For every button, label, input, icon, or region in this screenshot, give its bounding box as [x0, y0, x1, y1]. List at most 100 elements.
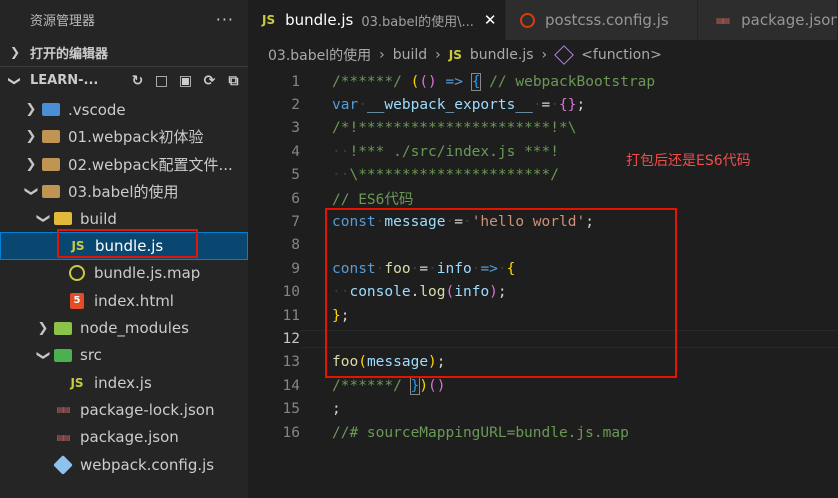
folder-icon [54, 319, 72, 337]
line-number: 12 [282, 330, 300, 347]
code-text: const·message·=·'hello world'; [332, 214, 594, 231]
project-section[interactable]: ❯ LEARN-... ↻ □ ▣ ⟳ ⧉ [0, 66, 248, 94]
code-text: foo(message); [332, 354, 446, 371]
code-line[interactable]: 10 ··console.log(info); [248, 281, 838, 304]
close-icon[interactable]: ✕ [484, 11, 497, 29]
code-line[interactable]: 16 //# sourceMappingURL=bundle.js.map [248, 421, 838, 444]
cube-shape [53, 454, 73, 475]
project-name: LEARN-... [30, 73, 99, 88]
editor-area: JS bundle.js 03.babel的使用\... ✕ postcss.c… [248, 0, 838, 498]
tree-item-index-js[interactable]: JS index.js [0, 369, 248, 396]
chevron-down-icon: ❯ [8, 75, 22, 86]
tree-item-label: bundle.js [95, 237, 164, 256]
breadcrumb-file[interactable]: bundle.js [470, 47, 534, 63]
line-number: 16 [282, 424, 300, 441]
json-file-icon: ▤▤ [56, 432, 70, 442]
code-line[interactable]: 11}; [248, 304, 838, 327]
new-folder-icon[interactable]: ▣ [177, 72, 194, 89]
folder-shape [42, 185, 60, 199]
tree-item-webpack-config-js[interactable]: webpack.config.js [0, 451, 248, 478]
chevron-right-icon: ❯ [9, 45, 21, 59]
breadcrumb-item[interactable]: 03.babel的使用 [268, 45, 371, 65]
code-line[interactable]: 7 const·message·=·'hello world'; [248, 210, 838, 233]
chevron-down-icon: ❯ [23, 186, 39, 197]
open-editors-section[interactable]: ❯ 打开的编辑器 [0, 38, 248, 66]
folder-icon [54, 210, 72, 228]
tree-item-label: 02.webpack配置文件... [68, 155, 233, 174]
code-line[interactable]: 9 const·foo·=·info·=>·{ [248, 257, 838, 280]
tree-item-bundle-js-map[interactable]: bundle.js.map [0, 260, 248, 287]
tree-item-label: package.json [80, 428, 179, 447]
line-number: 1 [291, 73, 300, 90]
tab-description: 03.babel的使用\... [361, 14, 474, 30]
tree-item-build[interactable]: ❯ build [0, 205, 248, 232]
tree-item-label: bundle.js.map [94, 264, 201, 283]
folder-shape [42, 130, 60, 144]
new-file-icon[interactable]: □ [153, 72, 170, 89]
code-text: /******/ })() [332, 376, 446, 395]
code-line[interactable]: 13 foo(message); [248, 351, 838, 374]
chevron-down-icon: ❯ [35, 213, 51, 225]
code-line[interactable]: 2 var·__webpack_exports__·=·{}; [248, 93, 838, 116]
tree-item-package-lock-json[interactable]: ▤▤ package-lock.json [0, 396, 248, 423]
js-file-icon: JS [70, 375, 84, 390]
tree-item-bundle-js[interactable]: JS bundle.js [0, 232, 248, 260]
line-number: 10 [282, 284, 300, 301]
code-text [300, 329, 838, 348]
tree-item-03-babel[interactable]: ❯ 03.babel的使用 [0, 178, 248, 205]
folder-shape [54, 321, 72, 335]
tree-item-label: index.js [94, 373, 152, 392]
tree-item-package-json[interactable]: ▤▤ package.json [0, 424, 248, 451]
code-line[interactable]: 14 /******/ })() [248, 374, 838, 397]
code-line-current[interactable]: 12 [248, 327, 838, 350]
line-number: 2 [291, 97, 300, 114]
explorer-sidebar: 资源管理器 ··· ❯ 打开的编辑器 ❯ LEARN-... ↻ □ ▣ ⟳ ⧉… [0, 0, 248, 498]
globe-shape [69, 265, 85, 282]
line-number: 4 [291, 143, 300, 160]
tab-label: postcss.config.js [545, 11, 669, 29]
tree-item-02-webpack[interactable]: ❯ 02.webpack配置文件... [0, 151, 248, 178]
code-editor[interactable]: 1 /******/ (() => { // webpackBootstrap 2… [248, 70, 838, 444]
tree-item-index-html[interactable]: 5 index.html [0, 287, 248, 314]
code-line[interactable]: 8 [248, 234, 838, 257]
tab-label: bundle.js [285, 11, 354, 29]
line-number: 13 [282, 354, 300, 371]
sourcemap-file-icon [68, 264, 86, 282]
js-file-icon: JS [448, 48, 462, 62]
code-text: //# sourceMappingURL=bundle.js.map [332, 424, 629, 441]
collapse-all-icon[interactable]: ⧉ [225, 72, 242, 89]
code-text: /*!**********************!*\ [332, 120, 577, 137]
chevron-right-icon: ❯ [25, 102, 37, 118]
tab-package-json[interactable]: ▤▤ package.json [698, 0, 838, 40]
breadcrumb-item[interactable]: build [393, 47, 427, 63]
refresh-explorer-icon[interactable]: ⟳ [201, 72, 218, 89]
tab-postcss-config[interactable]: postcss.config.js [506, 0, 698, 40]
code-text: /******/ (() => { // webpackBootstrap [332, 72, 656, 91]
html-file-icon: 5 [70, 292, 84, 309]
tree-item-node-modules[interactable]: ❯ node_modules [0, 314, 248, 341]
function-symbol-icon [554, 45, 575, 65]
tree-item-vscode[interactable]: ❯ .vscode [0, 96, 248, 123]
json-file-icon: ▤▤ [56, 405, 70, 415]
folder-shape [54, 348, 72, 362]
refresh-icon[interactable]: ↻ [129, 72, 146, 89]
code-line[interactable]: 3 /*!**********************!*\ [248, 117, 838, 140]
line-number: 11 [282, 307, 300, 324]
tree-item-label: src [80, 346, 102, 365]
breadcrumb-separator-icon: › [541, 47, 548, 63]
tree-item-01-webpack[interactable]: ❯ 01.webpack初体验 [0, 123, 248, 150]
tree-item-src[interactable]: ❯ src [0, 342, 248, 369]
tab-bundle-js[interactable]: JS bundle.js 03.babel的使用\... ✕ [248, 0, 506, 40]
tree-item-label: webpack.config.js [80, 455, 215, 474]
breadcrumb: 03.babel的使用 › build › JS bundle.js › <fu… [248, 40, 838, 70]
breadcrumb-symbol[interactable]: <function> [581, 47, 662, 63]
line-number: 9 [291, 260, 300, 277]
code-line[interactable]: 15; [248, 397, 838, 420]
more-actions-icon[interactable]: ··· [216, 10, 234, 29]
code-line[interactable]: 6 // ES6代码 [248, 187, 838, 210]
line-number: 15 [282, 401, 300, 418]
breadcrumb-separator-icon: › [435, 47, 441, 63]
code-text: const·foo·=·info·=>·{ [332, 260, 516, 277]
code-text: var·__webpack_exports__·=·{}; [332, 97, 586, 114]
code-line[interactable]: 1 /******/ (() => { // webpackBootstrap [248, 70, 838, 93]
